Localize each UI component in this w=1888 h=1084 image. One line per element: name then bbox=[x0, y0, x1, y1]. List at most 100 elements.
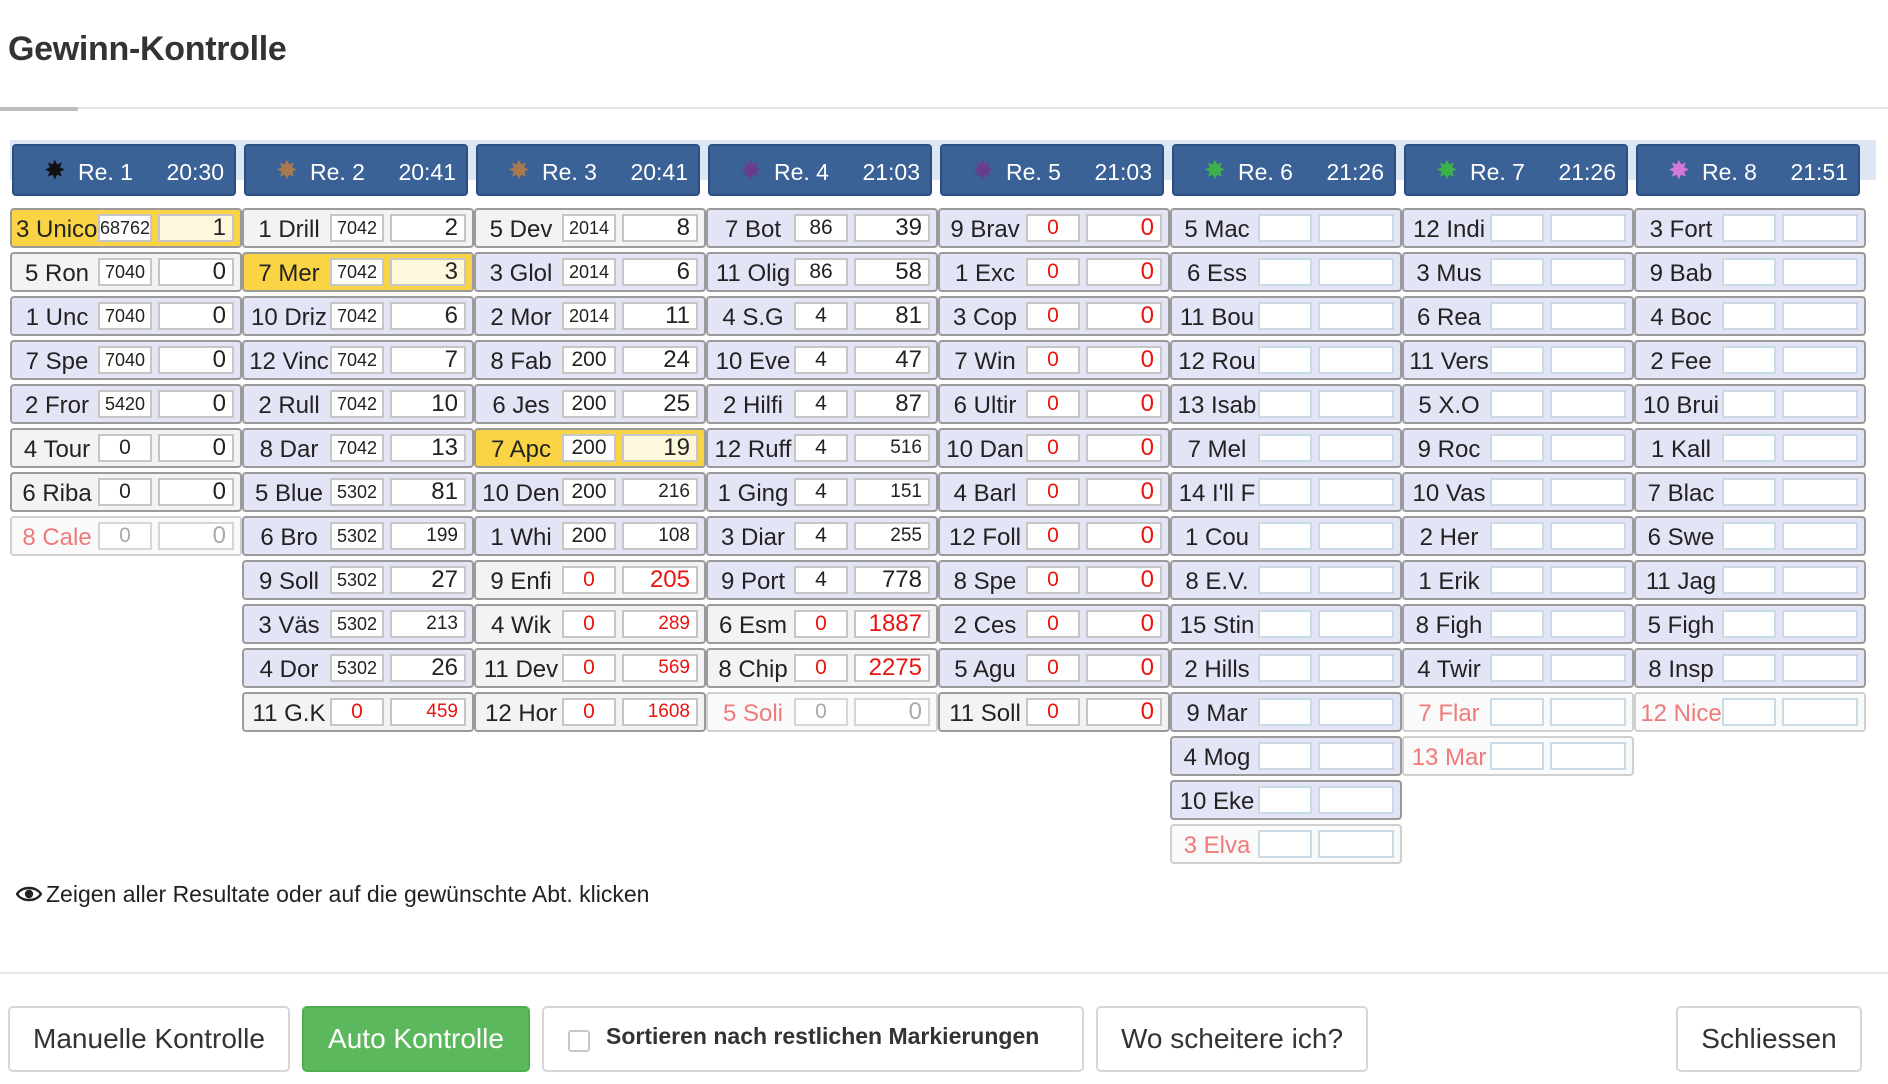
horse-row[interactable]: 9 Mar bbox=[1170, 692, 1402, 732]
horse-row[interactable]: 5 Ron 7040 0 bbox=[10, 252, 242, 292]
horse-row[interactable]: 1 Erik bbox=[1402, 560, 1634, 600]
race-header-button[interactable]: ✸ Re. 7 21:26 bbox=[1404, 144, 1628, 196]
horse-row[interactable]: 11 Olig 86 58 bbox=[706, 252, 938, 292]
horse-row[interactable]: 4 Wik 0 289 bbox=[474, 604, 706, 644]
horse-row[interactable]: 4 Boc bbox=[1634, 296, 1866, 336]
horse-row[interactable]: 12 Foll 0 0 bbox=[938, 516, 1170, 556]
horse-row[interactable]: 10 Driz 7042 6 bbox=[242, 296, 474, 336]
horse-row[interactable]: 1 Unc 7040 0 bbox=[10, 296, 242, 336]
horse-row[interactable]: 4 Twir bbox=[1402, 648, 1634, 688]
horse-row[interactable]: 12 Hor 0 1608 bbox=[474, 692, 706, 732]
horse-row[interactable]: 12 Rou bbox=[1170, 340, 1402, 380]
horse-row[interactable]: 11 Jag bbox=[1634, 560, 1866, 600]
horse-row[interactable]: 6 Jes 200 25 bbox=[474, 384, 706, 424]
race-header-button[interactable]: ✸ Re. 8 21:51 bbox=[1636, 144, 1860, 196]
horse-row[interactable]: 6 Swe bbox=[1634, 516, 1866, 556]
horse-row[interactable]: 8 Insp bbox=[1634, 648, 1866, 688]
horse-row[interactable]: 4 Dor 5302 26 bbox=[242, 648, 474, 688]
horse-row[interactable]: 10 Eke bbox=[1170, 780, 1402, 820]
horse-row[interactable]: 14 I'll F bbox=[1170, 472, 1402, 512]
horse-row[interactable]: 7 Blac bbox=[1634, 472, 1866, 512]
race-header-button[interactable]: ✸ Re. 2 20:41 bbox=[244, 144, 468, 196]
race-header-button[interactable]: ✸ Re. 4 21:03 bbox=[708, 144, 932, 196]
horse-row[interactable]: 2 Hilfi 4 87 bbox=[706, 384, 938, 424]
race-header-button[interactable]: ✸ Re. 5 21:03 bbox=[940, 144, 1164, 196]
horse-row[interactable]: 6 Ultir 0 0 bbox=[938, 384, 1170, 424]
horse-row[interactable]: 8 E.V. bbox=[1170, 560, 1402, 600]
horse-row[interactable]: 5 Soli 0 0 bbox=[706, 692, 938, 732]
horse-row[interactable]: 5 X.O bbox=[1402, 384, 1634, 424]
horse-row[interactable]: 10 Dan 0 0 bbox=[938, 428, 1170, 468]
horse-row[interactable]: 10 Den 200 216 bbox=[474, 472, 706, 512]
sort-option[interactable]: Sortieren nach restlichen Markierungen bbox=[542, 1006, 1084, 1072]
horse-row[interactable]: 8 Fab 200 24 bbox=[474, 340, 706, 380]
auto-control-button[interactable]: Auto Kontrolle bbox=[302, 1006, 530, 1072]
horse-row[interactable]: 4 Tour 0 0 bbox=[10, 428, 242, 468]
horse-row[interactable]: 11 G.K 0 459 bbox=[242, 692, 474, 732]
horse-row[interactable]: 15 Stin bbox=[1170, 604, 1402, 644]
horse-row[interactable]: 1 Ging 4 151 bbox=[706, 472, 938, 512]
where-fail-button[interactable]: Wo scheitere ich? bbox=[1096, 1006, 1368, 1072]
horse-row[interactable]: 9 Soll 5302 27 bbox=[242, 560, 474, 600]
horse-row[interactable]: 3 Elva bbox=[1170, 824, 1402, 864]
horse-row[interactable]: 8 Dar 7042 13 bbox=[242, 428, 474, 468]
horse-row[interactable]: 12 Indi bbox=[1402, 208, 1634, 248]
horse-row[interactable]: 3 Glol 2014 6 bbox=[474, 252, 706, 292]
horse-row[interactable]: 1 Cou bbox=[1170, 516, 1402, 556]
horse-row[interactable]: 1 Kall bbox=[1634, 428, 1866, 468]
horse-row[interactable]: 2 Fror 5420 0 bbox=[10, 384, 242, 424]
horse-row[interactable]: 10 Eve 4 47 bbox=[706, 340, 938, 380]
horse-row[interactable]: 12 Nice bbox=[1634, 692, 1866, 732]
horse-row[interactable]: 11 Vers bbox=[1402, 340, 1634, 380]
horse-row[interactable]: 2 Mor 2014 11 bbox=[474, 296, 706, 336]
horse-row[interactable]: 6 Rea bbox=[1402, 296, 1634, 336]
race-header-button[interactable]: ✸ Re. 3 20:41 bbox=[476, 144, 700, 196]
race-header-button[interactable]: ✸ Re. 1 20:30 bbox=[12, 144, 236, 196]
horse-row[interactable]: 2 Her bbox=[1402, 516, 1634, 556]
horse-row[interactable]: 11 Soll 0 0 bbox=[938, 692, 1170, 732]
horse-row[interactable]: 2 Hills bbox=[1170, 648, 1402, 688]
hint-text[interactable]: Zeigen aller Resultate oder auf die gewü… bbox=[15, 881, 649, 909]
horse-row[interactable]: 10 Brui bbox=[1634, 384, 1866, 424]
horse-row[interactable]: 2 Rull 7042 10 bbox=[242, 384, 474, 424]
horse-row[interactable]: 6 Riba 0 0 bbox=[10, 472, 242, 512]
horse-row[interactable]: 6 Ess bbox=[1170, 252, 1402, 292]
horse-row[interactable]: 4 Mog bbox=[1170, 736, 1402, 776]
horse-row[interactable]: 8 Spe 0 0 bbox=[938, 560, 1170, 600]
horse-row[interactable]: 8 Figh bbox=[1402, 604, 1634, 644]
horse-row[interactable]: 7 Bot 86 39 bbox=[706, 208, 938, 248]
horse-row[interactable]: 13 Mar bbox=[1402, 736, 1634, 776]
horse-row[interactable]: 1 Exc 0 0 bbox=[938, 252, 1170, 292]
horse-row[interactable]: 7 Spe 7040 0 bbox=[10, 340, 242, 380]
sort-checkbox[interactable] bbox=[568, 1030, 590, 1052]
horse-row[interactable]: 11 Bou bbox=[1170, 296, 1402, 336]
horse-row[interactable]: 3 Väs 5302 213 bbox=[242, 604, 474, 644]
horse-row[interactable]: 10 Vas bbox=[1402, 472, 1634, 512]
horse-row[interactable]: 9 Brav 0 0 bbox=[938, 208, 1170, 248]
horse-row[interactable]: 1 Drill 7042 2 bbox=[242, 208, 474, 248]
horse-row[interactable]: 7 Mer 7042 3 bbox=[242, 252, 474, 292]
horse-row[interactable]: 5 Figh bbox=[1634, 604, 1866, 644]
horse-row[interactable]: 3 Cop 0 0 bbox=[938, 296, 1170, 336]
horse-row[interactable]: 7 Flar bbox=[1402, 692, 1634, 732]
horse-row[interactable]: 8 Chip 0 2275 bbox=[706, 648, 938, 688]
horse-row[interactable]: 9 Bab bbox=[1634, 252, 1866, 292]
horse-row[interactable]: 5 Agu 0 0 bbox=[938, 648, 1170, 688]
horse-row[interactable]: 5 Dev 2014 8 bbox=[474, 208, 706, 248]
horse-row[interactable]: 3 Diar 4 255 bbox=[706, 516, 938, 556]
horse-row[interactable]: 7 Mel bbox=[1170, 428, 1402, 468]
horse-row[interactable]: 6 Esm 0 1887 bbox=[706, 604, 938, 644]
horse-row[interactable]: 3 Unicorn687621 bbox=[10, 208, 242, 248]
horse-row[interactable]: 7 Win 0 0 bbox=[938, 340, 1170, 380]
horse-row[interactable]: 1 Whi 200 108 bbox=[474, 516, 706, 556]
horse-row[interactable]: 2 Fee bbox=[1634, 340, 1866, 380]
horse-row[interactable]: 12 Vinc 7042 7 bbox=[242, 340, 474, 380]
horse-row[interactable]: 3 Mus bbox=[1402, 252, 1634, 292]
horse-row[interactable]: 13 Isab bbox=[1170, 384, 1402, 424]
horse-row[interactable]: 8 Cale 0 0 bbox=[10, 516, 242, 556]
horse-row[interactable]: 12 Ruff 4 516 bbox=[706, 428, 938, 468]
horse-row[interactable]: 4 Barl 0 0 bbox=[938, 472, 1170, 512]
horse-row[interactable]: 3 Fort bbox=[1634, 208, 1866, 248]
horse-row[interactable]: 5 Mac bbox=[1170, 208, 1402, 248]
manual-control-button[interactable]: Manuelle Kontrolle bbox=[8, 1006, 290, 1072]
